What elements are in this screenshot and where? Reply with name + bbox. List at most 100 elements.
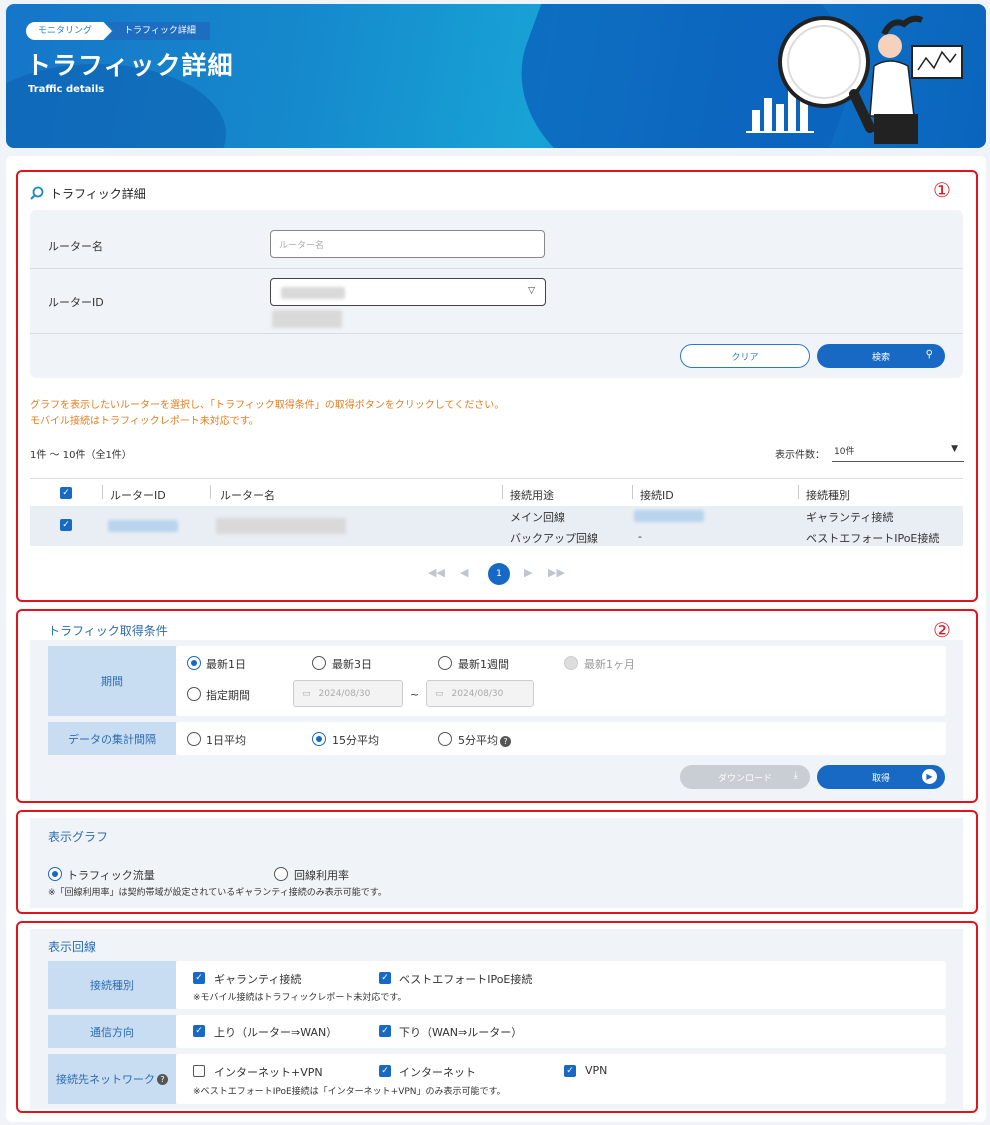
type-ipoe-checkbox[interactable]: ✓ xyxy=(379,972,391,984)
search-icon: ⚲ xyxy=(925,349,933,360)
graph-note: ※「回線利用率」は契約帯域が設定されているギャランティ接続のみ表示可能です。 xyxy=(48,888,387,898)
type-ipoe-label: ベストエフォートIPoE接続 xyxy=(399,973,533,986)
direction-down-label: 下り（WAN⇒ルーター） xyxy=(399,1026,523,1039)
router-id-cell xyxy=(108,520,178,532)
select-all-checkbox[interactable]: ✓ xyxy=(60,487,72,499)
result-count: 1件 ～ 10件（全1件） xyxy=(30,450,132,461)
date-to-input[interactable]: ▭ 2024/08/30 xyxy=(426,680,534,707)
download-button-label: ダウンロード xyxy=(717,773,772,784)
router-id-label: ルーターID xyxy=(48,296,104,309)
type-ipoe: ベストエフォートIPoE接続 xyxy=(806,532,940,545)
graph-utilization-label: 回線利用率 xyxy=(294,869,349,882)
network-internet-vpn-label: インターネット+VPN xyxy=(214,1066,323,1079)
period-1day-radio[interactable] xyxy=(187,656,201,670)
router-name-label: ルーター名 xyxy=(48,240,103,253)
column-separator xyxy=(798,485,799,499)
search-button[interactable]: 検索 ⚲ xyxy=(817,344,945,368)
direction-up-checkbox[interactable]: ✓ xyxy=(193,1025,205,1037)
page-current[interactable]: 1 xyxy=(488,563,510,585)
page-subtitle: Traffic details xyxy=(28,84,105,95)
network-vpn-checkbox[interactable]: ✓ xyxy=(564,1065,576,1077)
next-page-icon[interactable]: ▶ xyxy=(524,566,532,579)
network-label: 接続先ネットワーク xyxy=(56,1073,155,1086)
connection-id-backup: - xyxy=(638,530,642,543)
period-1week-label: 最新1週間 xyxy=(458,658,509,671)
graph-utilization-radio[interactable] xyxy=(274,867,288,881)
direction-label: 通信方向 xyxy=(48,1015,176,1048)
type-guaranty-checkbox[interactable]: ✓ xyxy=(193,972,205,984)
last-page-icon[interactable]: ▶▶ xyxy=(548,566,565,579)
interval-5min-radio[interactable] xyxy=(438,732,452,746)
network-vpn-label: VPN xyxy=(585,1064,608,1077)
calendar-icon: ▭ xyxy=(435,688,444,699)
network-internet-label: インターネット xyxy=(399,1066,476,1079)
type-guaranty-label: ギャランティ接続 xyxy=(214,973,302,986)
connection-type-label: 接続種別 xyxy=(48,961,176,1009)
usage-main: メイン回線 xyxy=(510,511,565,524)
graph-traffic-label: トラフィック流量 xyxy=(67,869,155,882)
annotation-marker-1: ① xyxy=(933,178,951,202)
divider xyxy=(30,268,963,269)
help-icon[interactable]: ? xyxy=(157,1073,168,1085)
direction-down-checkbox[interactable]: ✓ xyxy=(379,1025,391,1037)
router-name-cell xyxy=(216,518,346,534)
help-icon[interactable]: ? xyxy=(500,735,511,747)
interval-1day-label: 1日平均 xyxy=(206,734,246,747)
network-internet-vpn-checkbox[interactable] xyxy=(193,1065,205,1077)
column-router-id[interactable]: ルーターID xyxy=(110,487,166,503)
period-3day-label: 最新3日 xyxy=(332,658,372,671)
column-connection-type[interactable]: 接続種別 xyxy=(806,487,850,503)
interval-1day-radio[interactable] xyxy=(187,732,201,746)
table-header: ✓ ルーターID ルーター名 接続用途 接続ID 接続種別 xyxy=(30,478,963,506)
row-checkbox[interactable]: ✓ xyxy=(60,519,72,531)
get-button-label: 取得 xyxy=(871,773,890,784)
period-1week-radio[interactable] xyxy=(438,656,452,670)
interval-label: データの集計間隔 xyxy=(48,722,176,755)
search-section-icon xyxy=(30,186,44,200)
clear-button[interactable]: クリア xyxy=(680,344,810,368)
mobile-notice: モバイル接続はトラフィックレポート未対応です。 xyxy=(30,416,259,427)
column-usage[interactable]: 接続用途 xyxy=(510,487,554,503)
first-page-icon[interactable]: ◀◀ xyxy=(428,566,445,579)
search-button-label: 検索 xyxy=(871,352,890,363)
usage-backup: バックアップ回線 xyxy=(510,532,598,545)
network-label-cell: 接続先ネットワーク? xyxy=(48,1054,176,1104)
per-page-label: 表示件数： xyxy=(775,450,825,461)
router-name-input[interactable]: ルーター名 xyxy=(270,230,545,258)
date-from-input[interactable]: ▭ 2024/08/30 xyxy=(293,680,403,707)
interval-15min-radio[interactable] xyxy=(312,732,326,746)
column-separator xyxy=(102,485,103,499)
period-3day-radio[interactable] xyxy=(312,656,326,670)
get-button[interactable]: 取得 ▶ xyxy=(817,765,945,789)
connection-id-cell xyxy=(634,510,704,522)
calendar-icon: ▭ xyxy=(302,688,311,699)
date-range-separator: ~ xyxy=(410,688,420,701)
prev-page-icon[interactable]: ◀ xyxy=(460,566,468,579)
period-custom-radio[interactable] xyxy=(187,687,201,701)
play-icon: ▶ xyxy=(922,769,937,784)
period-options xyxy=(176,646,946,716)
router-id-select[interactable]: ▽ xyxy=(270,278,546,306)
network-internet-checkbox[interactable]: ✓ xyxy=(379,1065,391,1077)
period-label: 期間 xyxy=(48,646,176,716)
network-note: ※ベストエフォートIPoE接続は「インターネット+VPN」のみ表示可能です。 xyxy=(193,1087,506,1097)
download-icon: ⤓ xyxy=(793,770,798,781)
column-connection-id[interactable]: 接続ID xyxy=(640,487,674,503)
direction-up-label: 上り（ルーター⇒WAN） xyxy=(214,1026,338,1039)
type-note: ※モバイル接続はトラフィックレポート未対応です。 xyxy=(193,993,407,1003)
magnifier-person-illustration xyxy=(746,15,963,144)
annotation-marker-2: ② xyxy=(933,618,951,642)
per-page-value: 10件 xyxy=(834,447,855,457)
router-id-subvalue xyxy=(272,310,342,328)
table-row[interactable]: ✓ メイン回線 バックアップ回線 - ギャランティ接続 ベストエフォートIPoE… xyxy=(30,506,963,546)
column-router-name[interactable]: ルーター名 xyxy=(220,487,275,503)
per-page-select[interactable]: 10件 ▼ xyxy=(832,440,964,462)
breadcrumb-monitoring[interactable]: モニタリング xyxy=(26,22,113,40)
page-header-banner: モニタリング トラフィック詳細 トラフィック詳細 Traffic details xyxy=(6,4,986,148)
graph-traffic-radio[interactable] xyxy=(48,867,62,881)
period-custom-label: 指定期間 xyxy=(206,689,250,702)
conditions-title: トラフィック取得条件 xyxy=(48,624,168,638)
page-title: トラフィック詳細 xyxy=(26,51,234,80)
download-button: ダウンロード ⤓ xyxy=(680,765,810,789)
date-to-value: 2024/08/30 xyxy=(451,688,504,699)
